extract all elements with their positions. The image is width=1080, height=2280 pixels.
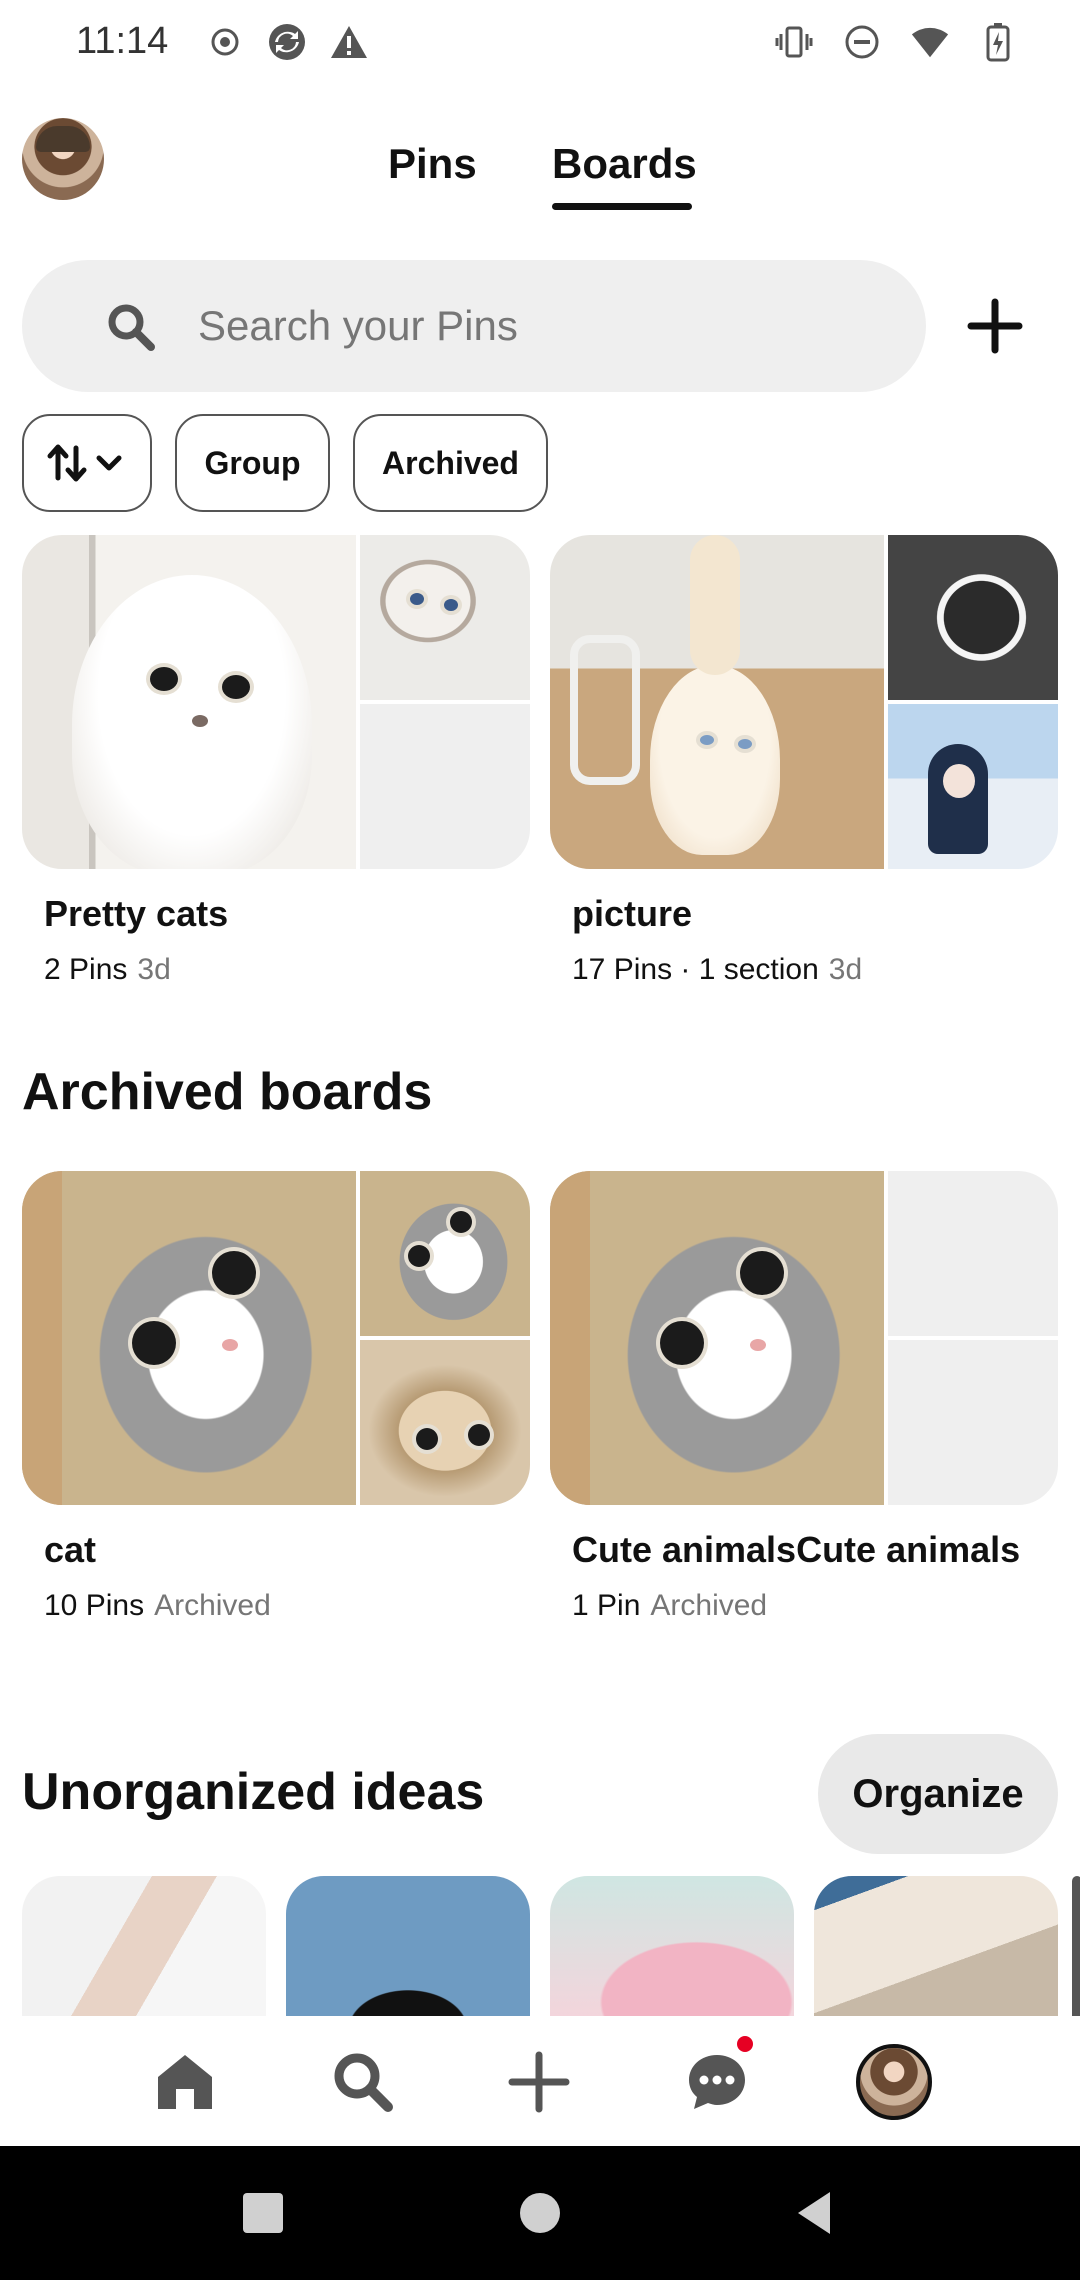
board-collage xyxy=(22,535,530,869)
pin-count: 2 Pins xyxy=(44,953,128,986)
board-cover-image xyxy=(550,535,884,869)
plus-icon[interactable] xyxy=(503,2046,575,2118)
board-cover-image xyxy=(550,1171,884,1505)
idea-pin[interactable] xyxy=(550,1876,794,2016)
do-not-disturb-icon xyxy=(842,22,882,62)
pin-count: 10 Pins xyxy=(44,1589,145,1622)
board-thumb-image xyxy=(360,1340,530,1505)
archived-filter-chip[interactable]: Archived xyxy=(353,414,548,512)
active-tab-indicator xyxy=(552,203,692,210)
wifi-icon xyxy=(910,22,950,62)
notification-badge xyxy=(737,2036,753,2052)
warning-icon xyxy=(329,22,369,62)
tab-bar: Pins Boards xyxy=(0,140,1080,220)
board-title: Pretty cats xyxy=(44,893,229,934)
add-board-button[interactable] xyxy=(955,286,1035,366)
board-card-cat[interactable]: cat 10 Pins Archived xyxy=(22,1171,530,1623)
board-thumb-image xyxy=(888,704,1058,869)
battery-charging-icon xyxy=(978,22,1018,62)
home-circle-icon[interactable] xyxy=(515,2188,565,2238)
idea-pin[interactable] xyxy=(814,1876,1058,2016)
board-title: Cute animalsCute animals xyxy=(572,1529,1021,1570)
board-updated-time: 3d xyxy=(137,953,171,986)
unorganized-ideas-heading: Unorganized ideas xyxy=(22,1763,485,1821)
board-thumb-empty xyxy=(888,1171,1058,1336)
idea-pin[interactable] xyxy=(1072,1876,1080,2016)
sort-arrows-icon xyxy=(47,444,87,482)
tab-boards[interactable]: Boards xyxy=(552,140,697,188)
board-thumb-image xyxy=(888,535,1058,700)
status-bar: 11:14 xyxy=(0,0,1080,90)
board-meta: 17 Pins · 1 section 3d xyxy=(572,953,1058,987)
recents-icon[interactable] xyxy=(238,2188,288,2238)
board-thumb-empty xyxy=(360,704,530,869)
tab-pins[interactable]: Pins xyxy=(388,140,477,188)
sort-button[interactable] xyxy=(22,414,152,512)
board-status: Archived xyxy=(650,1589,768,1622)
board-title: picture xyxy=(572,893,693,934)
search-icon[interactable] xyxy=(327,2046,399,2118)
board-collage xyxy=(550,535,1058,869)
board-collage xyxy=(22,1171,530,1505)
pin-count: 17 Pins · 1 section xyxy=(572,953,819,986)
group-filter-chip[interactable]: Group xyxy=(175,414,330,512)
chat-icon[interactable] xyxy=(681,2046,753,2118)
board-status: Archived xyxy=(154,1589,271,1622)
search-input[interactable] xyxy=(198,260,898,392)
home-icon[interactable] xyxy=(149,2046,221,2118)
record-icon xyxy=(205,22,245,62)
search-bar[interactable] xyxy=(22,260,926,392)
board-meta: 1 Pin Archived xyxy=(572,1589,1058,1623)
board-meta: 10 Pins Archived xyxy=(44,1589,530,1623)
search-icon xyxy=(106,302,156,352)
board-updated-time: 3d xyxy=(828,953,863,986)
idea-pin[interactable] xyxy=(22,1876,266,2016)
back-icon[interactable] xyxy=(790,2188,840,2238)
board-title: cat xyxy=(44,1529,97,1570)
board-card-pretty-cats[interactable]: Pretty cats 2 Pins 3d xyxy=(22,535,530,987)
system-nav-bar xyxy=(0,2146,1080,2280)
sync-icon xyxy=(267,22,307,62)
board-card-cute-animals[interactable]: Cute animalsCute animals 1 Pin Archived xyxy=(550,1171,1058,1623)
board-thumb-image xyxy=(360,535,530,700)
board-thumb-image xyxy=(360,1171,530,1336)
pin-count: 1 Pin xyxy=(572,1589,641,1622)
archived-boards-heading: Archived boards xyxy=(22,1063,433,1121)
board-thumb-empty xyxy=(888,1340,1058,1505)
board-collage xyxy=(550,1171,1058,1505)
chevron-down-icon xyxy=(96,455,122,471)
idea-pin[interactable] xyxy=(286,1876,530,2016)
organize-button[interactable]: Organize xyxy=(818,1734,1058,1854)
board-cover-image xyxy=(22,1171,356,1505)
board-card-picture[interactable]: picture 17 Pins · 1 section 3d xyxy=(550,535,1058,987)
board-meta: 2 Pins 3d xyxy=(44,953,530,987)
profile-avatar[interactable] xyxy=(856,2044,932,2120)
board-cover-image xyxy=(22,535,356,869)
status-time: 11:14 xyxy=(76,20,169,62)
plus-icon xyxy=(967,298,1023,354)
vibrate-icon xyxy=(774,22,814,62)
bottom-nav xyxy=(0,2016,1080,2146)
